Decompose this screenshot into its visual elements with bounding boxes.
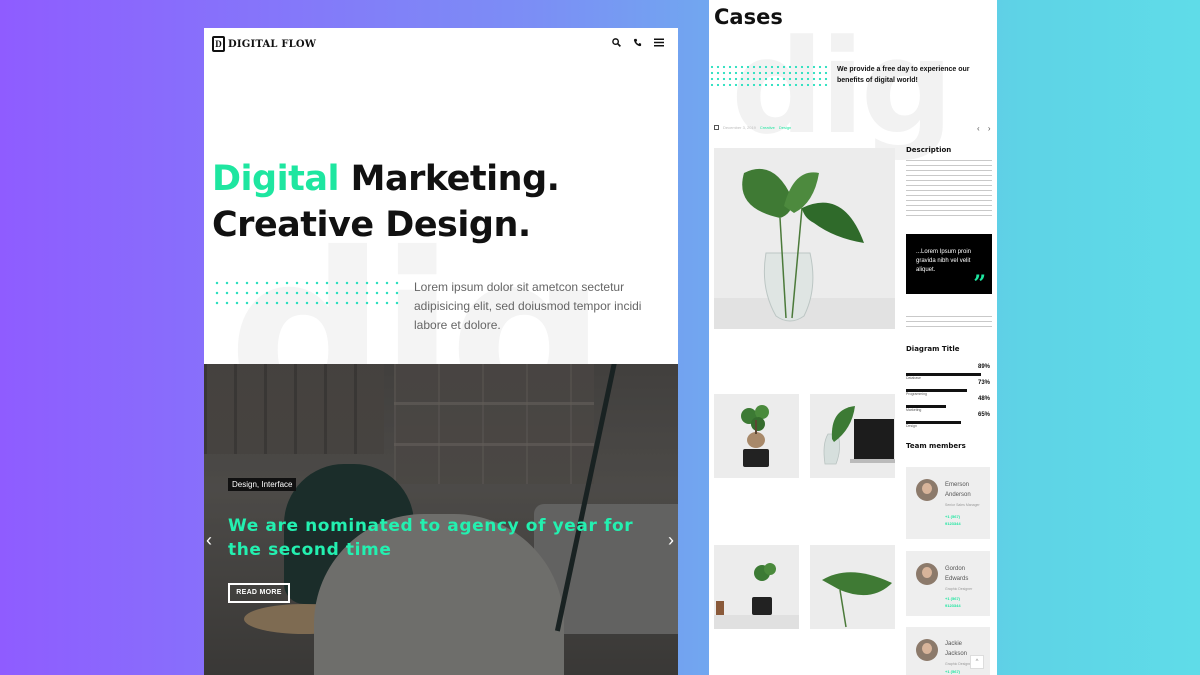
skill-fill (906, 421, 961, 424)
team-member-card[interactable]: Emerson Anderson Senior Sales Manager +1 … (906, 467, 990, 539)
avatar (916, 563, 938, 585)
skill-label: Marketing (906, 408, 922, 412)
skill-bar-design: Design 65% (906, 412, 992, 432)
skill-percent: 65% (977, 412, 990, 418)
skill-percent: 73% (977, 380, 990, 386)
slide-title: We are nominated to agency of year for t… (228, 516, 634, 560)
member-role: Graphic Designer (945, 662, 973, 666)
slider-prev-arrow-icon[interactable]: ‹ (206, 531, 212, 549)
case-thumb-bonsai-desk[interactable] (714, 545, 799, 629)
diagram-heading: Diagram Title (906, 345, 960, 353)
post-nav-arrows-icon[interactable]: ‹ › (977, 124, 994, 133)
post-category-1[interactable]: Creative (760, 125, 775, 130)
skill-percent: 48% (977, 396, 990, 402)
member-name: Emerson Anderson (945, 482, 971, 498)
page-title: Cases (714, 5, 783, 29)
slider-next-arrow-icon[interactable]: › (668, 531, 674, 549)
phone-icon[interactable] (633, 38, 642, 47)
hero-line2: Creative Design. (212, 205, 531, 245)
skill-percent: 89% (977, 364, 990, 370)
post-category-2[interactable]: Design (779, 125, 791, 130)
background-watermark: dig (731, 11, 954, 163)
slide-category-tag[interactable]: Design, Interface (228, 478, 297, 491)
dot-pattern (212, 278, 400, 310)
homepage-preview: D DIGITAL FLOW dig Digital Marketing. Cr… (204, 28, 678, 675)
member-phone[interactable]: +1 (567) (945, 668, 960, 675)
member-phone[interactable]: +1 (567) 9123344 (945, 513, 961, 527)
logo-mark: D (212, 36, 225, 52)
skill-fill (906, 389, 968, 392)
quote-box: ...Lorem Ipsum proin gravida nibh vel ve… (906, 234, 992, 297)
read-more-button[interactable]: READ MORE (228, 583, 290, 603)
skill-fill (906, 405, 947, 408)
site-header: D DIGITAL FLOW (204, 28, 678, 62)
skill-label: Database (906, 376, 921, 380)
avatar (916, 639, 938, 661)
scroll-to-top-button[interactable]: ^ (970, 655, 984, 669)
hero-accent-word: Digital (212, 159, 339, 199)
hero-line1: Marketing. (338, 159, 560, 199)
hero-title: Digital Marketing. Creative Design. (212, 156, 560, 248)
calendar-icon (714, 125, 719, 130)
member-name: Gordon Edwards (945, 566, 969, 582)
case-main-image (714, 148, 895, 329)
logo-text: DIGITAL FLOW (228, 38, 317, 50)
hero-description: Lorem ipsum dolor sit ametcon sectetur a… (414, 280, 642, 332)
hero-slider: Design, Interface We are nominated to ag… (204, 364, 678, 675)
description-heading: Description (906, 146, 952, 154)
post-date: December 3, 2019 (723, 125, 756, 130)
case-detail-preview: dig Cases We provide a free day to exper… (709, 0, 997, 675)
search-icon[interactable] (612, 38, 621, 47)
post-meta: December 3, 2019 Creative Design (714, 125, 791, 130)
skill-label: Programming (906, 392, 928, 396)
member-phone[interactable]: +1 (567) 9123344 (945, 595, 961, 609)
quote-text: ...Lorem Ipsum proin gravida nibh vel ve… (916, 249, 972, 273)
member-role: Senior Sales Manager (945, 503, 980, 507)
skill-fill (906, 373, 981, 376)
avatar (916, 479, 938, 501)
team-heading: Team members (906, 442, 966, 450)
site-logo[interactable]: D DIGITAL FLOW (212, 36, 316, 52)
member-role: Graphic Designer (945, 587, 973, 591)
team-member-card[interactable]: Gordon Edwards Graphic Designer +1 (567) 9… (906, 551, 990, 616)
menu-icon[interactable] (654, 38, 664, 47)
header-icons (612, 38, 664, 47)
intro-text: We provide a free day to experience our … (837, 66, 970, 84)
plant-vase-illustration (714, 168, 895, 329)
dot-pattern (709, 64, 829, 86)
description-text-lines (906, 160, 992, 218)
quote-mark-icon: ” (973, 271, 986, 297)
quote-caption-lines (906, 316, 992, 330)
case-thumb-laptop[interactable] (810, 394, 895, 478)
case-thumb-leaf[interactable] (810, 545, 895, 629)
case-thumb-bonsai[interactable] (714, 394, 799, 478)
skill-label: Design (906, 424, 917, 428)
